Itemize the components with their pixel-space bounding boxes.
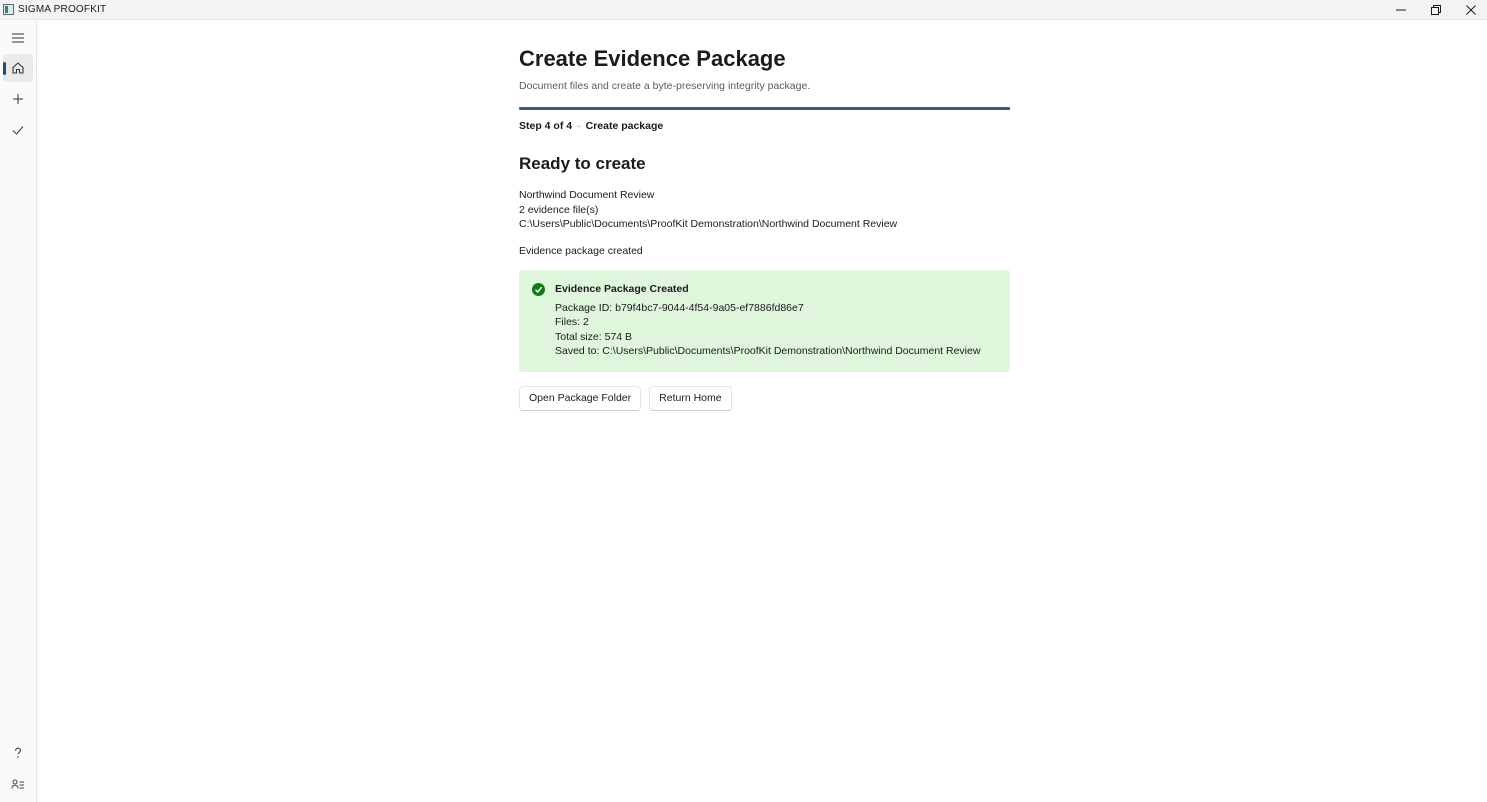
main-content: Create Evidence Package Document files a… [519,46,1010,411]
nav-item-verify[interactable] [3,116,33,144]
action-buttons: Open Package Folder Return Home [519,385,1010,411]
step-name: Create package [585,120,664,132]
package-summary: Northwind Document Review 2 evidence fil… [519,188,1010,232]
nav-item-settings[interactable] [3,770,33,798]
close-button[interactable] [1453,0,1487,20]
package-saved-to: Saved to: C:\Users\Public\Documents\Proo… [555,345,981,357]
navigation-sidebar [0,21,37,802]
title-bar: SIGMA PROOFKIT [0,0,1487,20]
help-icon [14,747,22,758]
package-id: Package ID: b79f4bc7-9044-4f54-9a05-ef78… [555,301,804,314]
section-title: Ready to create [519,154,646,173]
status-message: Evidence package created [519,244,643,257]
close-icon [1466,5,1476,15]
success-title: Evidence Package Created [555,282,689,295]
menu-toggle-button[interactable] [3,24,33,52]
package-total-size: Total size: 574 B [555,330,633,343]
minimize-button[interactable] [1383,0,1419,20]
destination-path: C:\Users\Public\Documents\ProofKit Demon… [519,218,898,230]
step-separator: · [577,120,581,132]
page-title: Create Evidence Package [519,46,786,71]
nav-item-new[interactable] [3,85,33,113]
selection-indicator [3,62,6,75]
restore-icon [1431,5,1441,15]
minimize-icon [1396,9,1406,11]
nav-item-help[interactable] [3,739,33,767]
open-package-folder-button[interactable]: Open Package Folder [519,385,642,411]
window-title: SIGMA PROOFKIT [18,4,107,15]
app-icon [3,4,14,15]
success-check-icon [532,282,545,296]
success-infobar: Evidence Package Created Package ID: b79… [519,269,1010,372]
plus-icon [13,94,23,104]
file-count: 2 evidence file(s) [519,203,599,216]
step-indicator: Step 4 of 4 · Create package [519,120,1010,132]
checkmark-icon [12,126,24,135]
hamburger-menu-icon [12,33,24,43]
success-details: Package ID: b79f4bc7-9044-4f54-9a05-ef78… [555,301,980,359]
case-name: Northwind Document Review [519,189,655,201]
return-home-button[interactable]: Return Home [649,385,732,411]
page-subtitle: Document files and create a byte-preserv… [519,80,811,92]
nav-item-home[interactable] [3,54,33,82]
package-files: Files: 2 [555,316,589,328]
wizard-progress-bar [519,107,1010,110]
restore-button[interactable] [1418,0,1454,20]
settings-icon [11,779,24,789]
step-number: Step 4 of 4 [519,120,573,132]
home-icon [12,62,24,74]
